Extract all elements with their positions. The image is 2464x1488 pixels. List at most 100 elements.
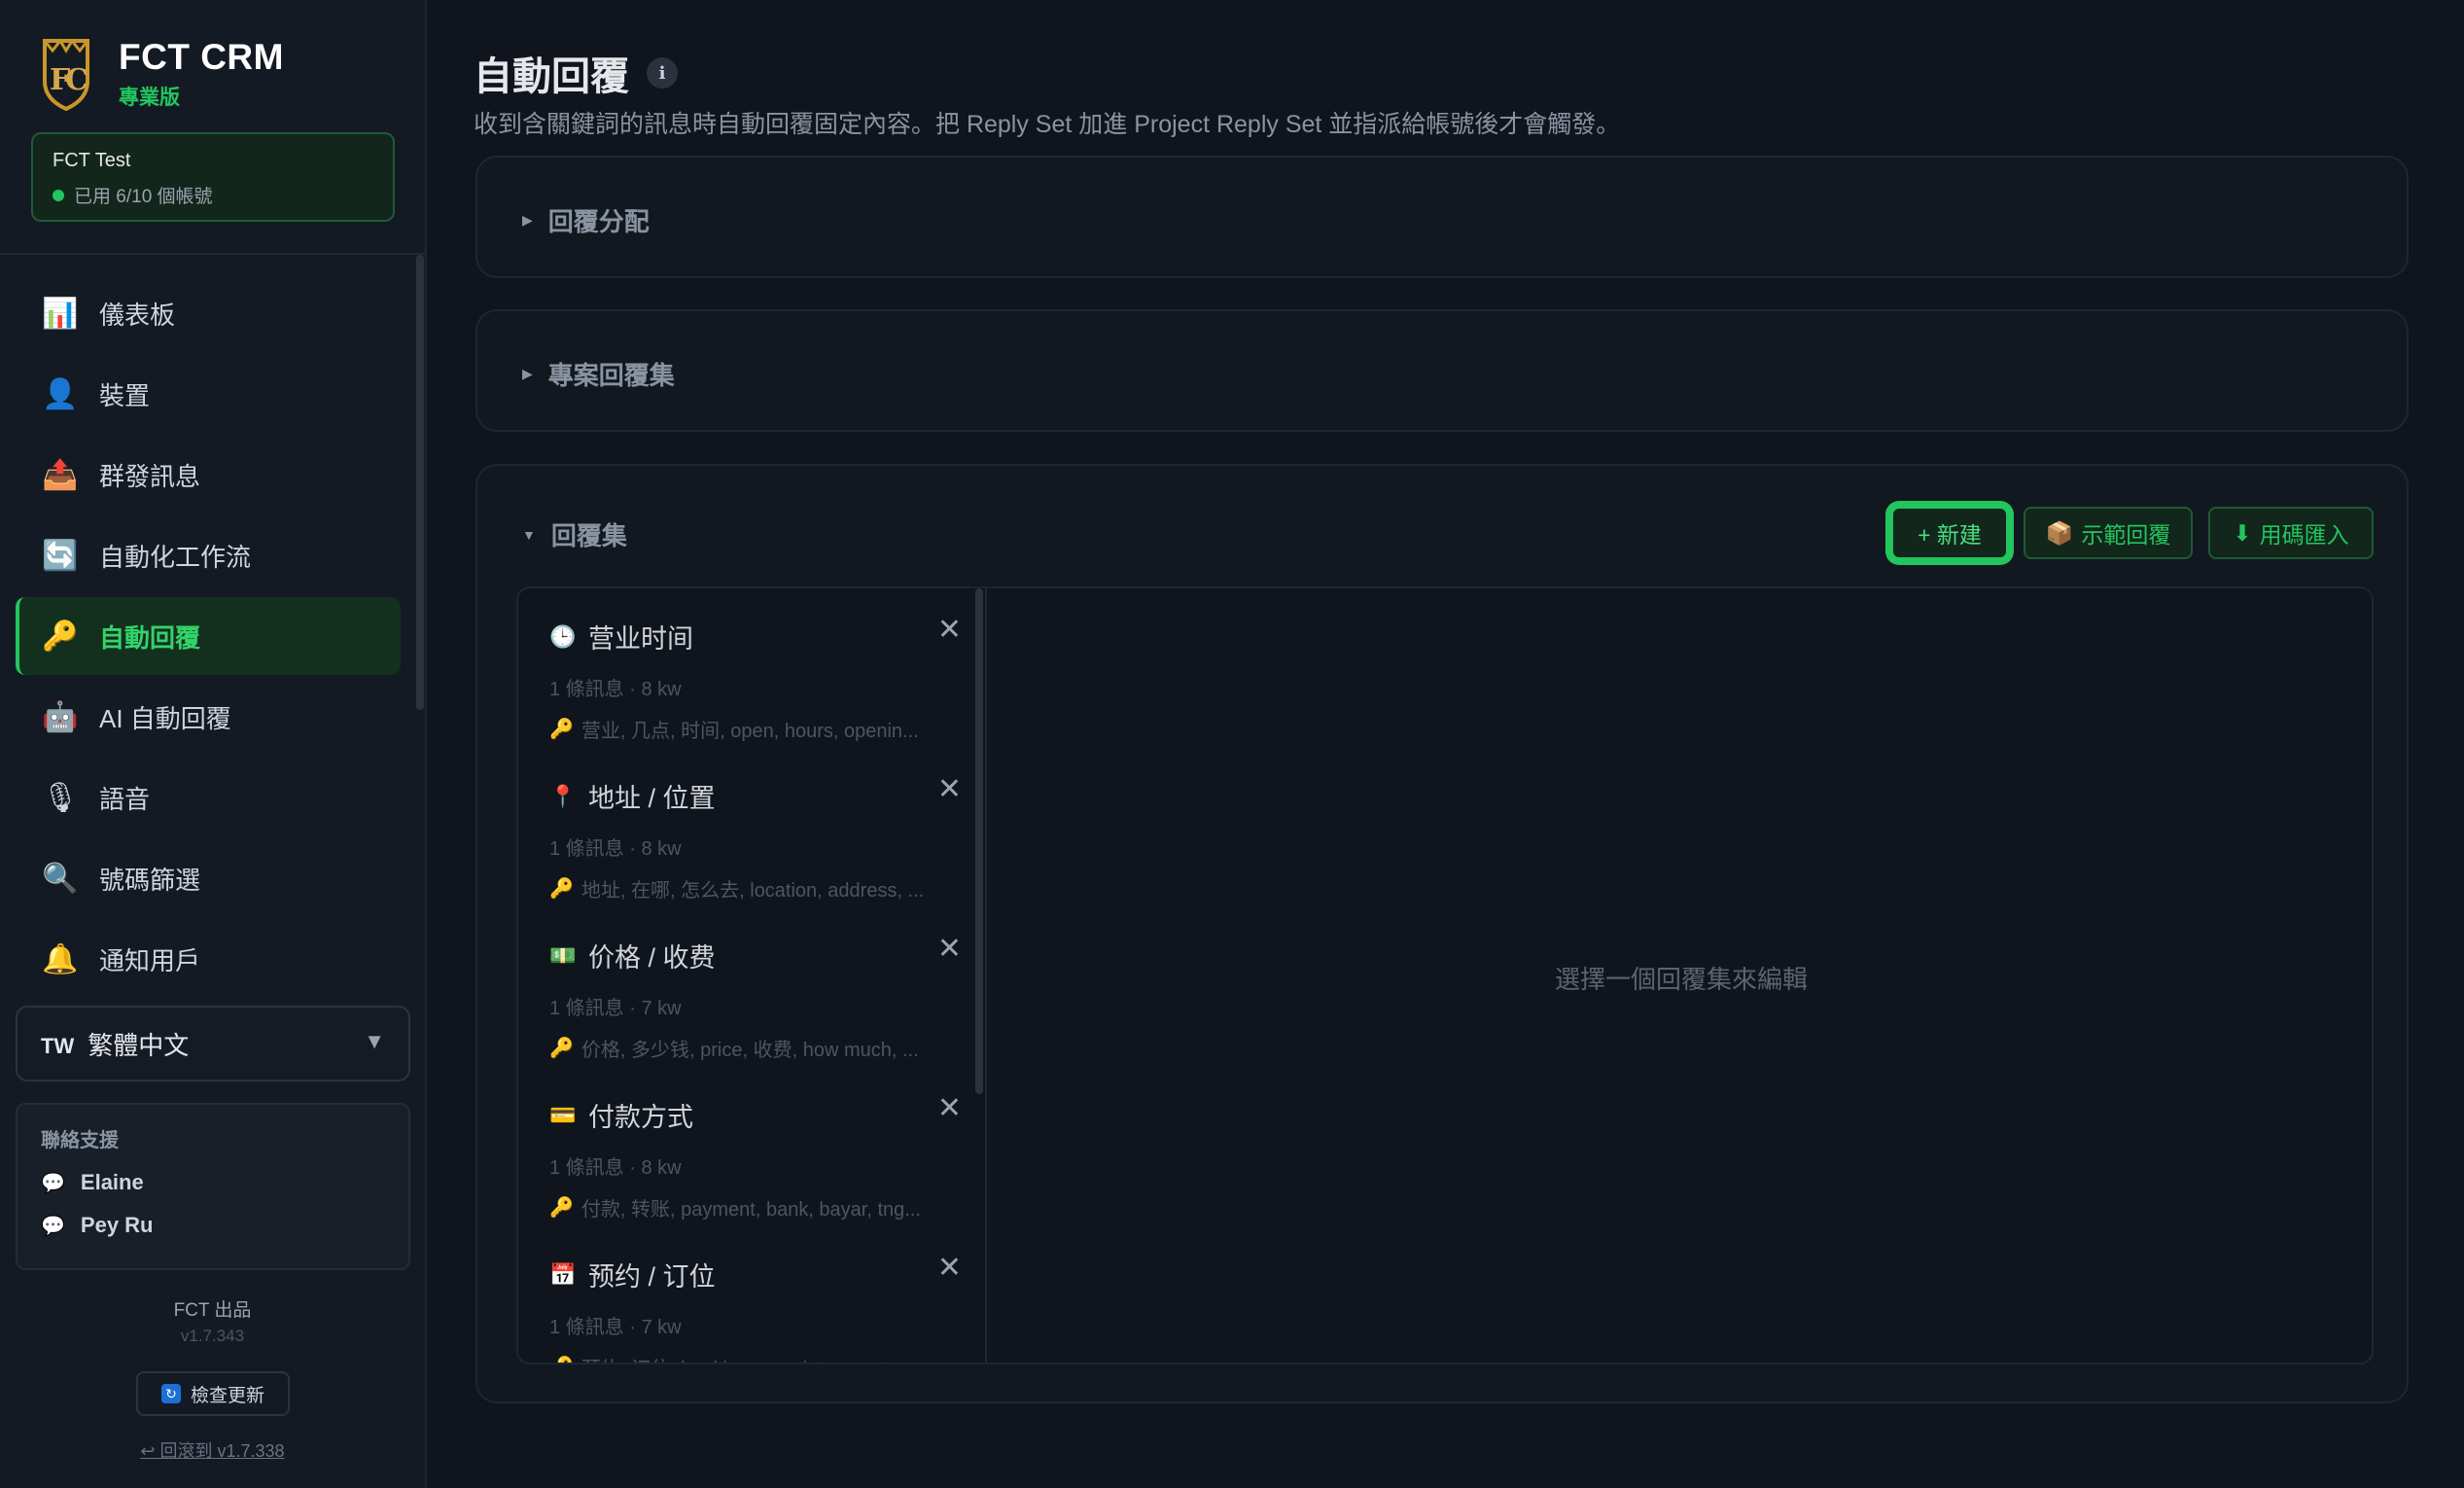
language-label: 繁體中文 <box>88 1030 190 1060</box>
reply-set-meta: 1 條訊息 · 7 kw <box>549 1317 682 1338</box>
sidebar-item-label: 通知用戶 <box>99 945 201 975</box>
language-select[interactable]: TW 繁體中文 ▼ <box>16 1006 410 1081</box>
reply-set-title: 预约 / 订位 <box>588 1262 716 1292</box>
sidebar-item-label: 語音 <box>99 784 151 814</box>
support-title: 聯絡支援 <box>41 1130 119 1151</box>
rollback-link[interactable]: ↩ 回滾到 v1.7.338 <box>0 1437 425 1463</box>
key-icon: 🔑 <box>42 620 79 653</box>
magnifier-icon: 🔍 <box>42 862 79 895</box>
list-item[interactable]: 💵 价格 / 收费 1 條訊息 · 7 kw 🔑 价格, 多少钱, price,… <box>518 907 985 1067</box>
reply-set-list-scrollbar[interactable] <box>975 588 983 1094</box>
sidebar: F C FCT CRM 專業版 FCT Test 已用 6/10 個帳號 📊 儀… <box>0 0 427 1488</box>
support-contact-elaine[interactable]: 💬 Elaine <box>41 1170 385 1195</box>
reply-assignment-panel: ▶ 回覆分配 <box>475 156 2409 278</box>
robot-icon: 🤖 <box>42 700 79 733</box>
keywords-text: 预约, 订位, booking, appointment, te... <box>581 1353 910 1363</box>
reply-set-meta: 1 條訊息 · 8 kw <box>549 679 682 700</box>
close-icon[interactable]: ✕ <box>937 1094 962 1123</box>
sidebar-item-notify-users[interactable]: 🔔 通知用戶 <box>16 920 401 978</box>
refresh-icon: 🔄 <box>42 539 79 572</box>
page-description: 收到含關鍵詞的訊息時自動回覆固定內容。把 Reply Set 加進 Projec… <box>474 111 1621 138</box>
sidebar-item-auto-reply[interactable]: 🔑 自動回覆 <box>16 597 401 675</box>
caret-right-icon: ▶ <box>522 366 533 381</box>
package-icon: 📦 <box>2045 519 2074 546</box>
reply-set-title: 价格 / 收费 <box>588 943 716 973</box>
reply-set-meta: 1 條訊息 · 8 kw <box>549 1157 682 1179</box>
close-icon[interactable]: ✕ <box>937 616 962 645</box>
brand[interactable]: F C FCT CRM 專業版 <box>39 37 284 111</box>
page-title-text: 自動回覆 <box>474 55 629 98</box>
sidebar-item-dashboard[interactable]: 📊 儀表板 <box>16 274 401 352</box>
close-icon[interactable]: ✕ <box>937 1254 962 1283</box>
outbox-icon: 📤 <box>42 458 79 491</box>
check-update-label: 檢查更新 <box>190 1385 264 1406</box>
user-icon: 👤 <box>42 377 79 410</box>
keywords-text: 价格, 多少钱, price, 收费, how much, ... <box>581 1040 919 1061</box>
project-reply-sets-toggle[interactable]: ▶ 專案回覆集 <box>522 356 675 392</box>
reply-set-keywords: 🔑 营业, 几点, 时间, open, hours, openin... <box>549 715 958 743</box>
sidebar-item-devices[interactable]: 👤 裝置 <box>16 355 401 433</box>
footer-brand: FCT 出品 <box>173 1300 252 1321</box>
reply-set-keywords: 🔑 价格, 多少钱, price, 收费, how much, ... <box>549 1034 958 1062</box>
list-item[interactable]: 📍 地址 / 位置 1 條訊息 · 8 kw 🔑 地址, 在哪, 怎么去, lo… <box>518 748 985 907</box>
sidebar-item-label: 群發訊息 <box>99 461 201 491</box>
reply-sets-toggle[interactable]: ▼ 回覆集 <box>522 516 627 552</box>
caret-down-icon: ▼ <box>522 526 536 543</box>
key-icon: 🔑 <box>549 719 574 740</box>
keywords-text: 营业, 几点, 时间, open, hours, openin... <box>581 721 919 742</box>
status-dot-icon <box>53 189 64 201</box>
flag-icon: TW <box>41 1034 75 1058</box>
card-icon: 💳 <box>549 1102 577 1127</box>
check-update-button[interactable]: ↻ 檢查更新 <box>136 1371 290 1416</box>
new-reply-set-button[interactable]: + 新建 <box>1891 507 2008 559</box>
account-card[interactable]: FCT Test 已用 6/10 個帳號 <box>31 132 395 222</box>
reply-assignment-toggle[interactable]: ▶ 回覆分配 <box>522 202 650 238</box>
sidebar-item-number-filter[interactable]: 🔍 號碼篩選 <box>16 839 401 917</box>
support-contact-pey-ru[interactable]: 💬 Pey Ru <box>41 1213 385 1238</box>
footer-version: v1.7.343 <box>180 1327 245 1345</box>
section-title: 專案回覆集 <box>547 361 675 390</box>
demo-replies-label: 示範回覆 <box>2081 522 2171 548</box>
chat-bubble-icon: 💬 <box>41 1215 65 1237</box>
keywords-text: 地址, 在哪, 怎么去, location, address, ... <box>581 880 925 902</box>
account-usage: 已用 6/10 個帳號 <box>53 182 373 208</box>
info-icon[interactable]: i <box>647 57 678 89</box>
sidebar-item-label: AI 自動回覆 <box>99 703 231 733</box>
import-by-code-label: 用碼匯入 <box>2259 522 2349 548</box>
demo-replies-button[interactable]: 📦 示範回覆 <box>2024 507 2193 559</box>
svg-text:C: C <box>65 63 88 97</box>
bell-icon: 🔔 <box>42 942 79 975</box>
sidebar-item-workflow[interactable]: 🔄 自動化工作流 <box>16 516 401 594</box>
sidebar-scrollbar[interactable] <box>416 255 424 710</box>
reply-set-keywords: 🔑 地址, 在哪, 怎么去, location, address, ... <box>549 874 958 903</box>
clock-icon: 🕒 <box>549 623 577 649</box>
keywords-text: 付款, 转账, payment, bank, bayar, tng... <box>581 1199 921 1221</box>
support-contact-name: Elaine <box>80 1170 144 1194</box>
reply-set-title: 付款方式 <box>588 1103 693 1132</box>
chevron-down-icon: ▼ <box>364 1029 385 1053</box>
sidebar-item-label: 自動回覆 <box>99 622 201 653</box>
key-icon: 🔑 <box>549 878 574 900</box>
sidebar-item-ai-auto-reply[interactable]: 🤖 AI 自動回覆 <box>16 678 401 756</box>
close-icon[interactable]: ✕ <box>937 935 962 964</box>
import-by-code-button[interactable]: ⬇ 用碼匯入 <box>2208 507 2374 559</box>
sidebar-item-voice[interactable]: 🎙 語音 <box>16 759 401 836</box>
main-content: 自動回覆 i 收到含關鍵詞的訊息時自動回覆固定內容。把 Reply Set 加進… <box>429 0 2464 1488</box>
reply-set-meta: 1 條訊息 · 8 kw <box>549 838 682 860</box>
sidebar-item-broadcast[interactable]: 📤 群發訊息 <box>16 436 401 514</box>
sidebar-divider <box>0 253 425 255</box>
brand-subtitle: 專業版 <box>119 87 180 109</box>
download-arrow-icon: ⬇ <box>2233 519 2252 546</box>
brand-title: FCT CRM <box>119 37 284 77</box>
list-item[interactable]: 📅 预约 / 订位 1 條訊息 · 7 kw 🔑 预约, 订位, booking… <box>518 1226 985 1364</box>
fct-logo-icon: F C <box>43 38 89 111</box>
section-title: 回覆集 <box>550 521 627 550</box>
list-item[interactable]: 🕒 营业时间 1 條訊息 · 8 kw 🔑 营业, 几点, 时间, open, … <box>518 588 985 748</box>
sidebar-nav: 📊 儀表板 👤 裝置 📤 群發訊息 🔄 自動化工作流 🔑 自動回覆 🤖 AI 自… <box>16 274 401 978</box>
close-icon[interactable]: ✕ <box>937 775 962 804</box>
reply-set-meta: 1 條訊息 · 7 kw <box>549 998 682 1019</box>
microphone-icon: 🎙 <box>41 781 80 814</box>
list-item[interactable]: 💳 付款方式 1 條訊息 · 8 kw 🔑 付款, 转账, payment, b… <box>518 1067 985 1226</box>
sidebar-item-label: 儀表板 <box>99 300 176 330</box>
reply-set-keywords: 🔑 付款, 转账, payment, bank, bayar, tng... <box>549 1193 958 1222</box>
